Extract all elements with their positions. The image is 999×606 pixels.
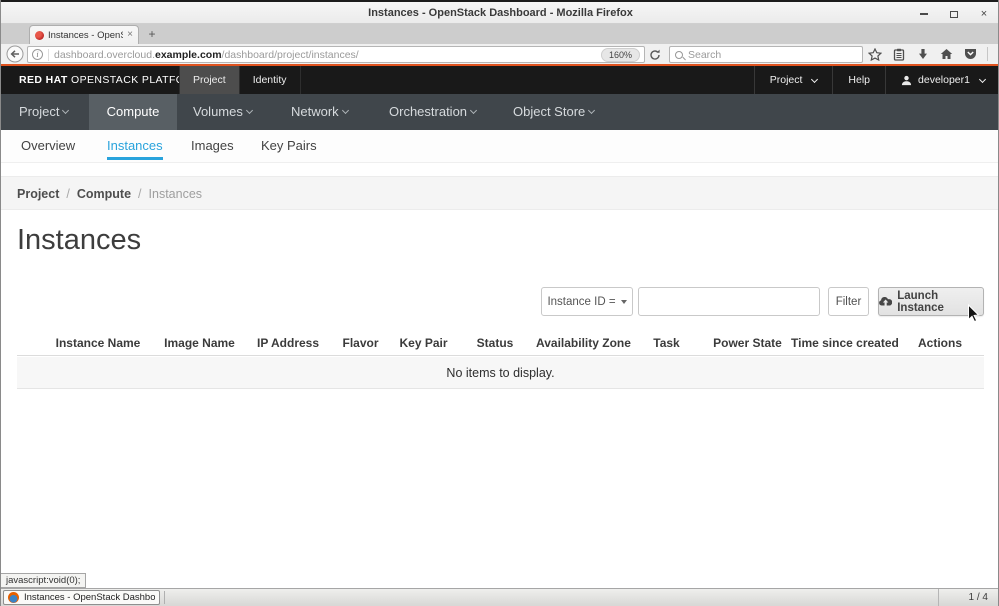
filter-field-dropdown[interactable]: Instance ID = <box>541 287 633 316</box>
chevron-down-icon <box>342 107 349 114</box>
nav-object-store[interactable]: Object Store <box>513 94 594 130</box>
column-header[interactable]: Image Name <box>151 336 248 350</box>
page-title: Instances <box>17 224 141 257</box>
divider <box>987 47 988 61</box>
subnav-overview[interactable]: Overview <box>21 130 75 160</box>
column-header[interactable]: Power State <box>704 336 791 350</box>
cloud-upload-icon <box>879 296 892 307</box>
table-empty-row: No items to display. <box>17 357 984 389</box>
filter-button[interactable]: Filter <box>828 287 869 316</box>
zoom-level-badge[interactable]: 160% <box>601 48 640 62</box>
help-link[interactable]: Help <box>832 66 885 94</box>
taskbar: Instances - OpenStack Dashboard - ... 1 … <box>1 588 999 606</box>
window-title: Instances - OpenStack Dashboard - Mozill… <box>1 2 999 26</box>
window-controls: × <box>916 2 992 26</box>
column-header[interactable]: IP Address <box>248 336 328 350</box>
home-icon[interactable] <box>939 47 954 62</box>
main-nav: Project Compute Volumes Network Orchestr… <box>1 94 999 130</box>
column-header[interactable]: Time since created <box>791 336 896 350</box>
search-bar[interactable] <box>669 46 863 63</box>
nav-project[interactable]: Project <box>19 94 68 130</box>
bookmark-star-icon[interactable] <box>867 47 882 62</box>
window-titlebar: Instances - OpenStack Dashboard - Mozill… <box>1 0 999 24</box>
subnav-images[interactable]: Images <box>191 130 234 160</box>
tab-identity[interactable]: Identity <box>240 66 301 94</box>
search-icon <box>675 51 683 59</box>
brand-header: RED HAT OPENSTACK PLATFORM Project Ident… <box>1 66 999 94</box>
breadcrumb-separator: / <box>138 187 141 201</box>
mouse-cursor <box>967 304 981 329</box>
user-icon <box>901 75 912 86</box>
status-link-preview: javascript:void(0); <box>1 573 86 588</box>
breadcrumb-compute[interactable]: Compute <box>77 187 131 201</box>
column-header[interactable]: Availability Zone <box>536 336 629 350</box>
browser-tab-instances[interactable]: Instances - OpenStac... × <box>29 25 139 44</box>
url-input[interactable]: i dashboard.overcloud.example.com/dashbo… <box>27 46 645 63</box>
nav-volumes[interactable]: Volumes <box>193 94 252 130</box>
chevron-down-icon <box>979 75 986 82</box>
breadcrumb-instances: Instances <box>149 187 203 201</box>
search-input[interactable] <box>688 48 857 61</box>
minimize-icon[interactable] <box>916 7 932 21</box>
tab-project[interactable]: Project <box>179 66 240 94</box>
site-info-icon[interactable]: i <box>32 49 43 60</box>
desktop: Instances - OpenStack Dashboard - Mozill… <box>0 0 999 606</box>
nav-orchestration[interactable]: Orchestration <box>389 94 476 130</box>
nav-network[interactable]: Network <box>291 94 348 130</box>
tab-title: Instances - OpenStac... <box>48 30 123 41</box>
table-header-row: Instance Name Image Name IP Address Flav… <box>17 330 984 356</box>
new-tab-button[interactable]: + <box>144 27 160 41</box>
filter-bar: Instance ID = Filter Launch Instance <box>1 286 999 316</box>
taskbar-window-button[interactable]: Instances - OpenStack Dashboard - ... <box>3 590 160 605</box>
tab-close-icon[interactable]: × <box>127 30 133 40</box>
openstack-favicon-icon <box>35 31 44 40</box>
divider <box>48 49 49 61</box>
breadcrumb-project[interactable]: Project <box>17 187 59 201</box>
breadcrumb-separator: / <box>66 187 69 201</box>
column-header[interactable]: Task <box>629 336 704 350</box>
firefox-icon <box>8 592 19 603</box>
tab-bar: Instances - OpenStac... × + <box>1 24 999 44</box>
reload-icon <box>649 49 661 61</box>
chevron-down-icon <box>62 107 69 114</box>
column-header[interactable]: Instance Name <box>17 336 151 350</box>
breadcrumb: Project / Compute / Instances <box>17 177 202 211</box>
close-icon[interactable]: × <box>976 7 992 21</box>
header-right: Project Help developer1 <box>754 66 999 94</box>
brand-logo[interactable]: RED HAT OPENSTACK PLATFORM <box>19 66 202 94</box>
subnav-key-pairs[interactable]: Key Pairs <box>261 130 317 160</box>
subnav-instances[interactable]: Instances <box>107 130 163 160</box>
maximize-icon[interactable] <box>946 7 962 21</box>
project-menu[interactable]: Project <box>754 66 833 94</box>
user-menu[interactable]: developer1 <box>885 66 999 94</box>
caret-down-icon <box>621 300 627 304</box>
back-arrow-icon <box>6 45 24 63</box>
header-tabs: Project Identity <box>179 66 301 94</box>
pocket-icon[interactable] <box>963 47 978 62</box>
workspace-pager[interactable]: 1 / 4 <box>938 589 999 606</box>
column-header[interactable]: Status <box>454 336 536 350</box>
downloads-icon[interactable] <box>915 47 930 62</box>
url-text: dashboard.overcloud.example.com/dashboar… <box>54 49 596 61</box>
column-header[interactable]: Key Pair <box>393 336 454 350</box>
divider <box>164 591 165 604</box>
breadcrumb-bar: Project / Compute / Instances <box>1 176 999 210</box>
nav-compute[interactable]: Compute <box>89 94 177 130</box>
chevron-down-icon <box>470 107 477 114</box>
browser-toolbar: i dashboard.overcloud.example.com/dashbo… <box>1 44 999 65</box>
sub-nav: Overview Instances Images Key Pairs <box>1 130 999 163</box>
chevron-down-icon <box>246 107 253 114</box>
chevron-down-icon <box>811 75 818 82</box>
column-header[interactable]: Flavor <box>328 336 393 350</box>
toolbar-icons <box>867 44 999 64</box>
filter-query-input[interactable] <box>638 287 820 316</box>
column-header[interactable]: Actions <box>896 336 984 350</box>
chevron-down-icon <box>588 107 595 114</box>
bookmarks-menu-icon[interactable] <box>891 47 906 62</box>
